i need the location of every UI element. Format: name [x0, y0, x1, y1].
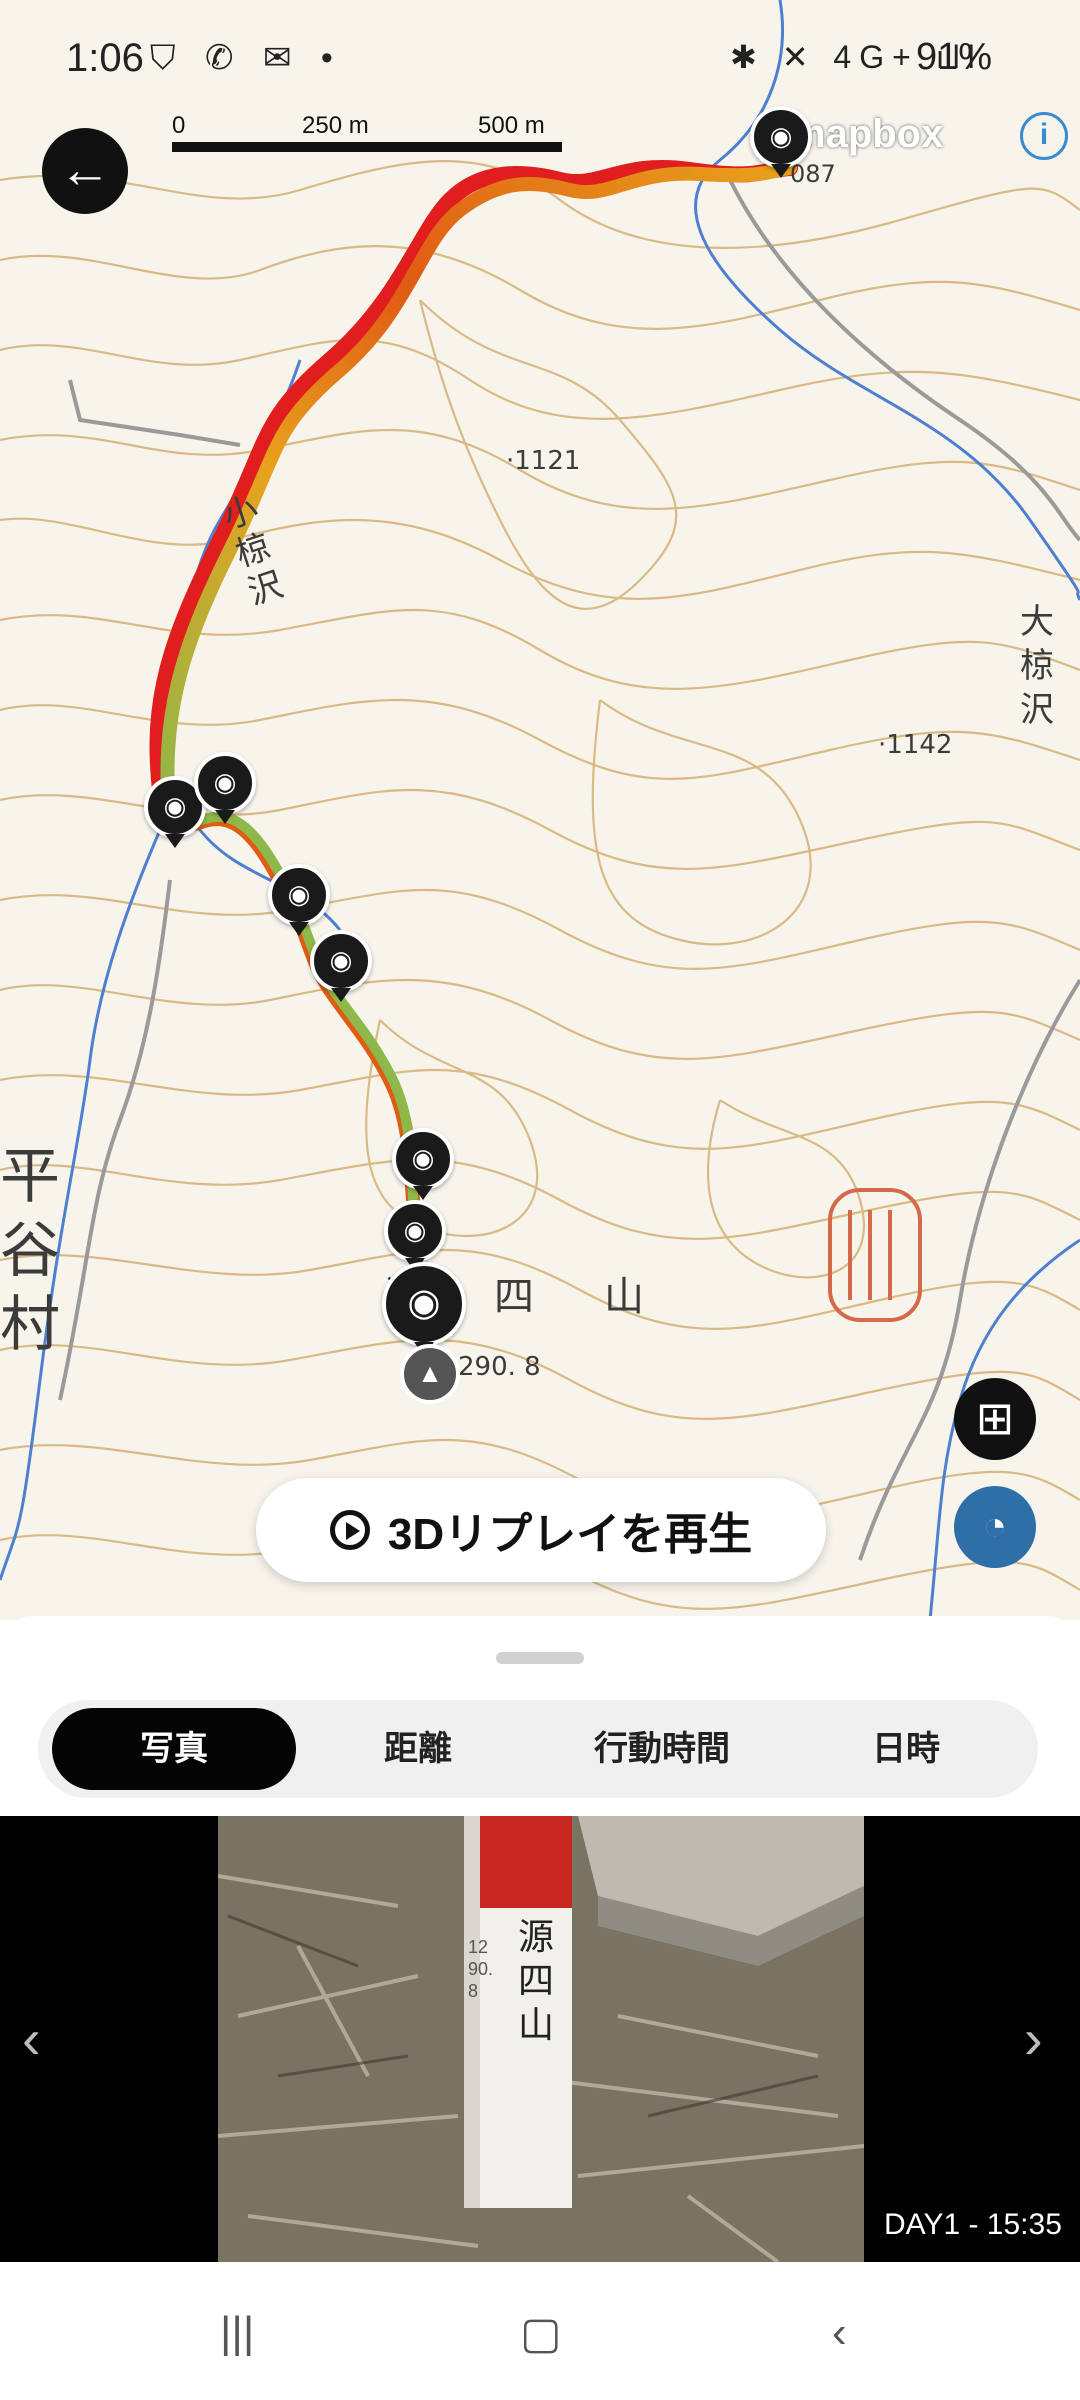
tab-activity-time[interactable]: 行動時間 — [540, 1708, 784, 1790]
peak-label-1121: ·1121 — [506, 446, 581, 476]
roads — [58, 179, 1080, 1561]
map-view[interactable]: ·1121 ·1142 087 小椋沢 大椋沢 平谷村 源四山 290. 8 0… — [0, 0, 1080, 1620]
tab-distance[interactable]: 距離 — [296, 1708, 540, 1790]
tab-photos[interactable]: 写真 — [52, 1708, 296, 1790]
scale-line — [172, 142, 562, 152]
chevron-right-icon[interactable]: › — [1024, 2006, 1043, 2071]
photo-pin[interactable]: ◉ — [268, 864, 330, 936]
play-icon — [329, 1510, 370, 1550]
post-elevation: 1290.8 — [468, 1937, 494, 2001]
replay-3d-button[interactable]: 3Dリプレイを再生 — [256, 1478, 826, 1582]
photo-pin-selected[interactable]: ◉ — [382, 1262, 466, 1356]
photo-pin[interactable]: ◉ — [392, 1128, 454, 1200]
system-back-button[interactable]: ‹ — [832, 2308, 847, 2358]
photo-pin[interactable]: ◉ — [310, 930, 372, 1002]
stream-label-large: 大椋沢 — [1020, 602, 1054, 730]
home-button[interactable]: ▢ — [520, 2308, 562, 2359]
tab-bar: 写真 距離 行動時間 日時 — [38, 1700, 1038, 1798]
camera-icon: ◉ — [213, 767, 237, 797]
summit-post-photo[interactable]: 源四山 1290.8 — [218, 1816, 864, 2262]
camera-icon: ◉ — [329, 945, 353, 975]
speed-button[interactable]: ◔ — [954, 1486, 1036, 1568]
tab-datetime[interactable]: 日時 — [784, 1708, 1028, 1790]
photo-viewer: 源四山 1290.8 ‹ › DAY1 - 15:35 — [0, 1816, 1080, 2262]
contour-lines — [0, 160, 1080, 1610]
status-bar: 1:06 ⛉ ✆ ✉ • ✱ ✕ 4G+ ıll 91% — [0, 0, 1080, 120]
arrow-left-icon: ← — [59, 141, 111, 199]
camera-icon: ◉ — [407, 1282, 441, 1324]
photo-pin[interactable]: ◉ — [194, 752, 256, 824]
chevron-left-icon[interactable]: ‹ — [22, 2006, 41, 2071]
camera-icon: ◉ — [403, 1215, 427, 1245]
sheet-drag-handle[interactable] — [496, 1652, 584, 1664]
photo-timestamp: DAY1 - 15:35 — [884, 2208, 1062, 2241]
camera-icon: ◉ — [411, 1143, 435, 1173]
battery-level: 91% — [916, 36, 993, 78]
status-time: 1:06 — [66, 36, 144, 80]
photo-pin[interactable]: ◉ — [384, 1200, 446, 1272]
add-note-button[interactable]: ⊞ — [954, 1378, 1036, 1460]
replay-3d-label: 3Dリプレイを再生 — [387, 1510, 753, 1559]
notification-icons: ⛉ ✆ ✉ • — [150, 39, 343, 77]
peak-label-1142: ·1142 — [878, 730, 953, 760]
point-label: 087 — [790, 160, 836, 188]
camera-icon: ◉ — [163, 791, 187, 821]
recent-apps-button[interactable]: ||| — [220, 2308, 254, 2358]
back-button[interactable]: ← — [42, 128, 128, 214]
summit-elevation-label: 290. 8 — [458, 1352, 541, 1382]
speedometer-icon: ◔ — [982, 1504, 1008, 1548]
mountain-icon[interactable]: ▲ — [400, 1344, 460, 1404]
camera-icon: ◉ — [769, 121, 793, 151]
system-nav-bar: ||| ▢ ‹ — [0, 2262, 1080, 2400]
post-inscription: 源四山 — [518, 1917, 555, 2046]
camera-icon: ◉ — [287, 879, 311, 909]
village-label: 平谷村 — [0, 1142, 60, 1360]
add-note-icon: ⊞ — [975, 1392, 1015, 1444]
